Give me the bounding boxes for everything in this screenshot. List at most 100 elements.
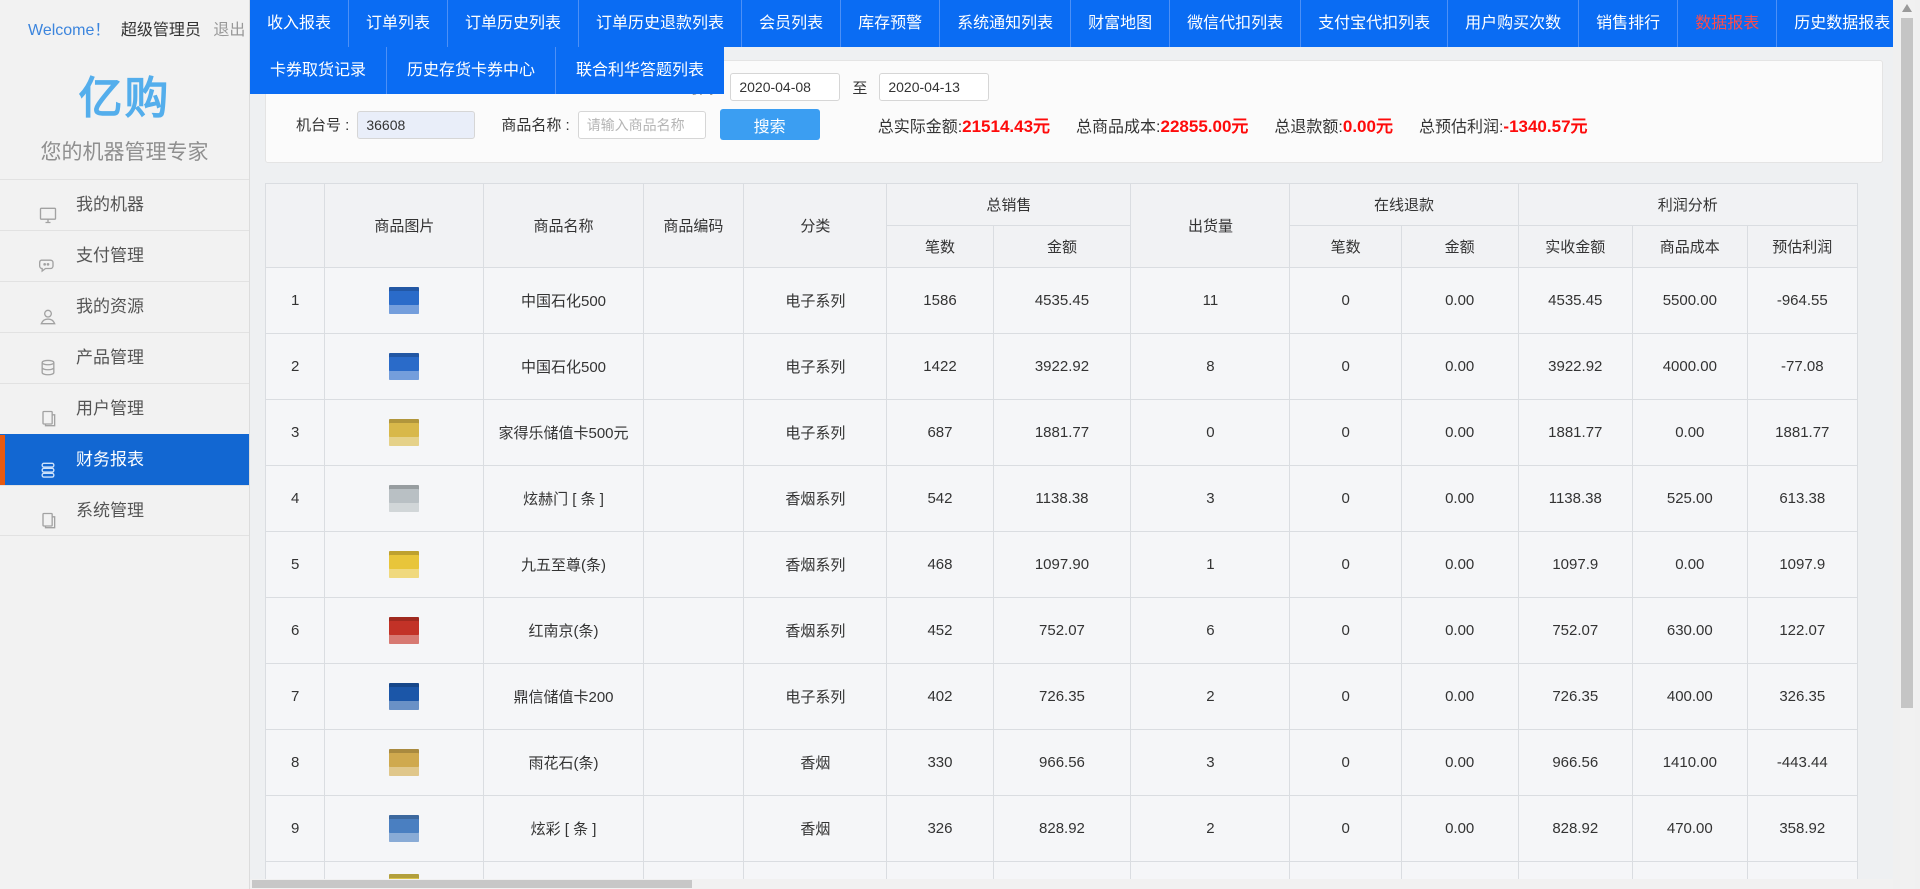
header-sales-amount: 金额 [993, 226, 1131, 268]
cell-image [325, 334, 484, 400]
report-table: 商品图片 商品名称 商品编码 分类 总销售 出货量 在线退款 利润分析 笔数 金… [265, 183, 1858, 881]
cell-category: 香烟系列 [744, 532, 887, 598]
nav-item-11[interactable]: 用户购买次数 [1448, 0, 1579, 47]
nav-item-7[interactable]: 系统通知列表 [940, 0, 1071, 47]
header-cost: 商品成本 [1633, 226, 1748, 268]
date-from-input[interactable] [730, 73, 840, 101]
cell-sales-count: 330 [887, 730, 993, 796]
cell-category: 电子系列 [744, 334, 887, 400]
cell-name: 雨花石(条) [484, 730, 643, 796]
cell-index: 1 [266, 268, 325, 334]
cell-received: 1097.9 [1518, 532, 1633, 598]
nav-item-1[interactable]: 收入报表 [250, 0, 349, 47]
cell-code [643, 334, 744, 400]
nav-item-10[interactable]: 支付宝代扣列表 [1301, 0, 1448, 47]
cell-category: 香烟系列 [744, 598, 887, 664]
search-button[interactable]: 搜索 [720, 109, 820, 140]
vertical-scrollbar-thumb[interactable] [1901, 18, 1913, 708]
cell-index: 5 [266, 532, 325, 598]
sidebar-item-label: 支付管理 [76, 231, 144, 281]
cell-est-profit: 326.35 [1747, 664, 1857, 730]
sidebar-item-2[interactable]: 支付管理 [0, 230, 249, 281]
product-image [389, 353, 419, 380]
cell-cost: 525.00 [1633, 466, 1748, 532]
cell-shipment: 1 [1131, 532, 1290, 598]
sidebar-menu: 我的机器支付管理我的资源产品管理用户管理财务报表系统管理 [0, 179, 249, 536]
brand-tagline: 您的机器管理专家 [0, 136, 249, 166]
product-image [389, 485, 419, 512]
date-to-input[interactable] [879, 73, 989, 101]
logout-link[interactable]: 退出 [213, 22, 245, 39]
sidebar-item-label: 我的机器 [76, 180, 144, 230]
nav-item-4[interactable]: 订单历史退款列表 [579, 0, 742, 47]
nav-item-12[interactable]: 销售排行 [1579, 0, 1678, 47]
summary-stats: 总实际金额:21514.43元总商品成本:22855.00元总退款额:0.00元… [878, 112, 1614, 137]
cell-refund-amount: 0.00 [1401, 268, 1518, 334]
summary-label: 总商品成本: [1076, 119, 1160, 136]
cell-index: 6 [266, 598, 325, 664]
database-icon [38, 348, 58, 368]
product-image [389, 287, 419, 314]
nav-item-3[interactable]: 订单历史列表 [448, 0, 579, 47]
cell-refund-amount: 0.00 [1401, 466, 1518, 532]
cell-image [325, 466, 484, 532]
nav-item-9[interactable]: 微信代扣列表 [1170, 0, 1301, 47]
cell-cost: 400.00 [1633, 664, 1748, 730]
nav-item-2[interactable]: 订单列表 [349, 0, 448, 47]
sidebar-item-3[interactable]: 我的资源 [0, 281, 249, 332]
scroll-up-arrow-icon[interactable] [1902, 4, 1912, 12]
summary-item-1: 总实际金额:21514.43元 [878, 112, 1050, 137]
nav-item-13[interactable]: 数据报表 [1678, 0, 1777, 47]
cell-cost: 1410.00 [1633, 730, 1748, 796]
cell-code [643, 400, 744, 466]
cell-image [325, 598, 484, 664]
cell-code [643, 466, 744, 532]
horizontal-scrollbar-thumb[interactable] [252, 880, 692, 888]
cell-image [325, 532, 484, 598]
cell-cost: 0.00 [1633, 532, 1748, 598]
vertical-scrollbar-track[interactable] [1900, 0, 1915, 889]
cell-refund-amount: 0.00 [1401, 598, 1518, 664]
cell-sales-amount: 966.56 [993, 730, 1131, 796]
cell-refund-amount: 0.00 [1401, 664, 1518, 730]
subnav-item-3[interactable]: 联合利华答题列表 [556, 47, 724, 94]
header-category: 分类 [744, 184, 887, 268]
subnav-item-1[interactable]: 卡券取货记录 [250, 47, 387, 94]
cell-image [325, 730, 484, 796]
table-row: 8雨花石(条)香烟330966.56300.00966.561410.00-44… [266, 730, 1858, 796]
summary-value: 21514.43元 [962, 117, 1050, 136]
cell-sales-count: 687 [887, 400, 993, 466]
cell-code [643, 268, 744, 334]
cell-received: 966.56 [1518, 730, 1633, 796]
table-row: 3家得乐储值卡500元电子系列6871881.77000.001881.770.… [266, 400, 1858, 466]
sidebar-item-5[interactable]: 用户管理 [0, 383, 249, 434]
nav-item-6[interactable]: 库存预警 [841, 0, 940, 47]
cell-category: 香烟 [744, 796, 887, 862]
sidebar-item-6[interactable]: 财务报表 [0, 434, 249, 485]
subnav-item-2[interactable]: 历史存货卡券中心 [387, 47, 556, 94]
machine-id-input[interactable] [357, 111, 475, 139]
summary-item-3: 总退款额:0.00元 [1274, 112, 1393, 137]
sidebar-item-4[interactable]: 产品管理 [0, 332, 249, 383]
sidebar-item-7[interactable]: 系统管理 [0, 485, 249, 536]
product-name-input[interactable] [578, 111, 706, 139]
report-table-body: 1中国石化500电子系列15864535.451100.004535.45550… [266, 268, 1858, 882]
horizontal-scrollbar[interactable] [250, 879, 1893, 889]
vertical-scrollbar[interactable] [1893, 0, 1920, 889]
cell-image [325, 796, 484, 862]
nav-item-14[interactable]: 历史数据报表 [1777, 0, 1908, 47]
sidebar-item-label: 我的资源 [76, 282, 144, 332]
header-product-name: 商品名称 [484, 184, 643, 268]
product-image [389, 683, 419, 710]
cell-code [643, 532, 744, 598]
cell-refund-count: 0 [1290, 466, 1401, 532]
nav-item-8[interactable]: 财富地图 [1071, 0, 1170, 47]
cell-name: 鼎信储值卡200 [484, 664, 643, 730]
nav-item-5[interactable]: 会员列表 [742, 0, 841, 47]
header-index [266, 184, 325, 268]
sidebar-item-1[interactable]: 我的机器 [0, 179, 249, 230]
cell-shipment: 6 [1131, 598, 1290, 664]
cell-sales-count: 402 [887, 664, 993, 730]
header-refund-amount: 金额 [1401, 226, 1518, 268]
cell-refund-amount: 0.00 [1401, 532, 1518, 598]
